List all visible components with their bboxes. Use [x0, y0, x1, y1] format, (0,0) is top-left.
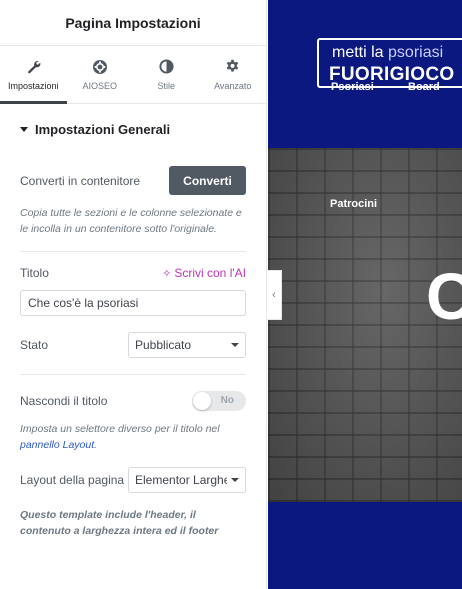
dropdown-arrow-icon [231, 478, 239, 482]
page-preview: metti la psoriasi FUORIGIOCO Psoriasi Bo… [268, 0, 462, 589]
tab-label: Impostazioni [7, 80, 59, 91]
nav-link-board[interactable]: Board [408, 81, 440, 93]
layout-label: Layout della pagina [20, 473, 125, 487]
layout-value: Elementor Larghezza [135, 473, 227, 487]
hero-banner: Patrocini C [268, 148, 462, 502]
section-title: Impostazioni Generali [35, 121, 171, 137]
logo-line-1: metti la psoriasi [332, 44, 444, 61]
dropdown-arrow-icon [231, 343, 239, 347]
tab-avanzato[interactable]: Avanzato [200, 46, 267, 103]
hide-title-label: Nascondi il titolo [20, 394, 108, 408]
layout-select[interactable]: Elementor Larghezza [128, 467, 246, 493]
section-toggle-general[interactable]: Impostazioni Generali [0, 104, 266, 154]
wrench-icon [25, 59, 41, 75]
status-row: Stato Pubblicato [20, 332, 246, 358]
toggle-knob [193, 392, 211, 410]
panel-title: Pagina Impostazioni [65, 14, 201, 31]
convert-button[interactable]: Converti [169, 166, 246, 195]
convert-description: Copia tutte le sezioni e le colonne sele… [20, 207, 242, 235]
tab-label: Avanzato [214, 80, 252, 91]
tab-label: Stile [157, 80, 175, 91]
gear-icon [225, 59, 241, 75]
divider [20, 251, 246, 252]
hide-title-desc-prefix: Imposta un selettore diverso per il tito… [20, 423, 220, 435]
tab-impostazioni[interactable]: Impostazioni [0, 46, 67, 104]
divider [20, 374, 246, 375]
ai-link-label: Scrivi con l'AI [174, 266, 246, 280]
layout-panel-link[interactable]: pannello Layout [20, 439, 94, 451]
nav-link-psoriasi[interactable]: Psoriasi [331, 81, 374, 93]
nav-link-patrocini[interactable]: Patrocini [330, 198, 377, 210]
collapse-panel-button[interactable]: ‹ [267, 270, 282, 320]
panel-header: Pagina Impostazioni [0, 0, 266, 46]
aioseo-icon [92, 59, 108, 75]
tab-label: AIOSEO [82, 80, 117, 91]
hide-title-desc-suffix: . [94, 439, 98, 451]
title-input[interactable]: Che cos'è la psoriasi [20, 290, 246, 316]
convert-label: Converti in contenitore [20, 173, 141, 188]
sparkle-icon: ✧ [162, 267, 172, 280]
tab-aioseo[interactable]: AIOSEO [67, 46, 134, 103]
half-circle-icon [158, 59, 174, 75]
convert-row: Converti in contenitore Converti [20, 166, 246, 195]
hide-title-toggle[interactable]: No [192, 391, 246, 411]
chevron-left-icon: ‹ [272, 289, 276, 301]
status-label: Stato [20, 338, 49, 352]
toggle-text: No [220, 395, 234, 406]
status-value: Pubblicato [135, 338, 192, 352]
page-settings-panel: Pagina Impostazioni Impostazioni AIOSEO … [0, 0, 267, 589]
title-label: Titolo [20, 266, 49, 280]
tab-stile[interactable]: Stile [133, 46, 200, 103]
hide-title-row: Nascondi il titolo No [20, 391, 246, 411]
caret-down-icon [20, 126, 28, 132]
status-select[interactable]: Pubblicato [128, 332, 246, 358]
settings-tabs: Impostazioni AIOSEO Stile Avanzato [0, 46, 266, 104]
hero-heading: C [426, 259, 462, 333]
layout-description: Questo template include l'header, il con… [20, 509, 219, 537]
layout-row: Layout della pagina Elementor Larghezza [20, 467, 246, 493]
write-with-ai-link[interactable]: ✧ Scrivi con l'AI [162, 266, 246, 280]
settings-content: Converti in contenitore Converti Copia t… [0, 166, 266, 539]
title-row: Titolo ✧ Scrivi con l'AI [20, 266, 246, 280]
hide-title-description: Imposta un selettore diverso per il tito… [20, 421, 246, 453]
